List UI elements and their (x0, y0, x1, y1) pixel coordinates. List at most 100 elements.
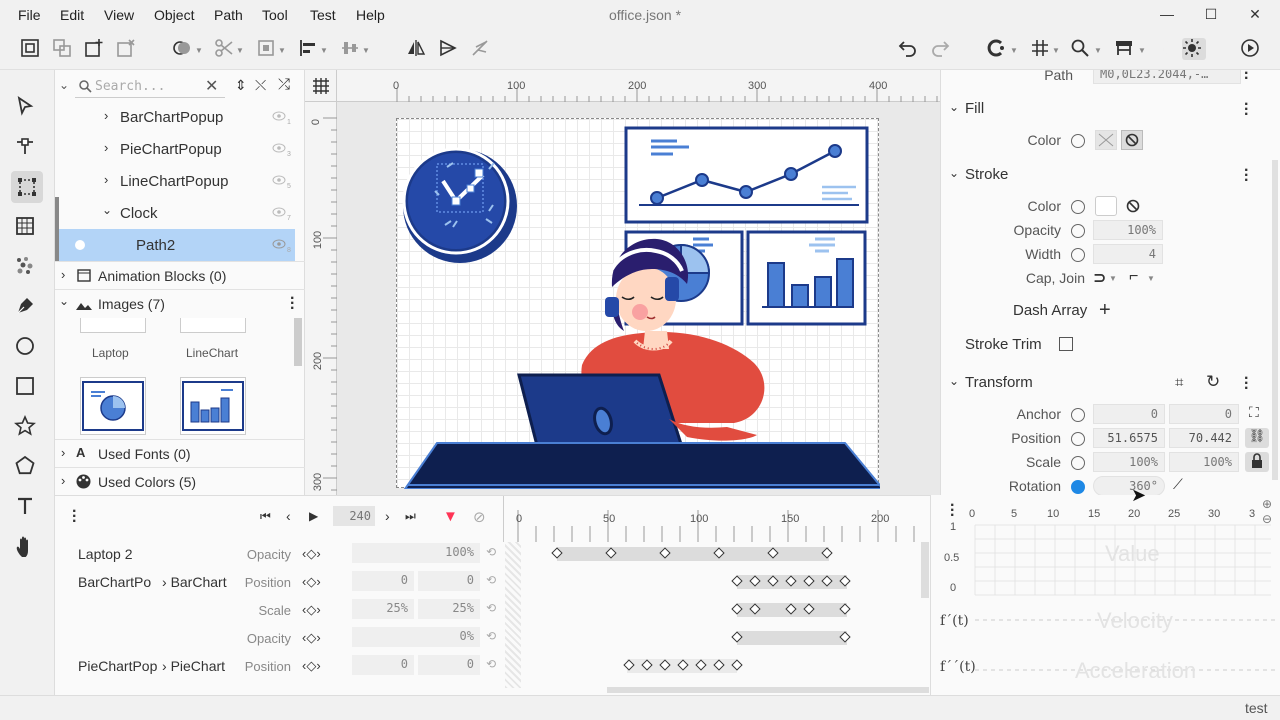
more-options-icon[interactable]: ··· (1244, 97, 1249, 123)
layer-row[interactable]: › LineChartPopup 5 (55, 165, 295, 197)
lock-icon[interactable] (1245, 452, 1269, 472)
more-options-icon[interactable]: ··· (72, 504, 77, 530)
track-name[interactable]: BarChartPo (78, 574, 151, 590)
redo-icon[interactable] (930, 38, 954, 60)
mask-icon[interactable] (256, 38, 280, 60)
image-thumb-linechart[interactable] (180, 318, 246, 333)
chevron-right-icon[interactable]: › (104, 140, 108, 155)
keyframe-track[interactable] (557, 547, 829, 561)
timeline-h-scrollbar[interactable] (607, 687, 929, 693)
search-input[interactable]: Search... (95, 79, 165, 94)
images-scrollbar[interactable] (294, 318, 302, 366)
prev-frame-icon[interactable]: ‹ (286, 508, 291, 524)
undo-icon[interactable] (898, 38, 922, 60)
shuffle-icon[interactable]: ⤮ (278, 76, 290, 93)
props-scrollbar[interactable] (1272, 160, 1278, 480)
loop-icon[interactable]: ⟲ (486, 657, 496, 671)
chevron-right-icon[interactable]: › (61, 473, 65, 488)
stopwatch-icon[interactable] (1071, 432, 1085, 446)
play-icon[interactable]: ▶ (309, 509, 318, 523)
layer-row[interactable]: ⌄ Clock 7 (55, 197, 295, 229)
align-icon[interactable] (298, 38, 322, 60)
snap-icon[interactable] (986, 38, 1010, 60)
visibility-eye-icon[interactable] (272, 175, 286, 185)
boolean-op-icon[interactable] (172, 38, 196, 60)
line-chart-illustration[interactable] (624, 126, 869, 224)
track-value[interactable]: 25% (352, 599, 414, 619)
loop-icon[interactable]: ⟲ (486, 545, 496, 559)
stopwatch-icon[interactable] (1071, 134, 1085, 148)
canvas-area[interactable]: 0 100 200 300 400 0 100 200 300 (305, 70, 940, 495)
image-thumb-laptop[interactable] (80, 318, 146, 333)
reset-icon[interactable]: ↻ (1206, 372, 1220, 392)
stopwatch-icon[interactable] (1071, 248, 1085, 262)
distribute-icon[interactable] (340, 38, 364, 60)
maximize-button[interactable]: ☐ (1204, 6, 1218, 22)
anchor-picker-icon[interactable]: ⛶ (1249, 404, 1259, 421)
used-fonts-section[interactable]: › A Used Fonts (0) (55, 439, 305, 467)
line-cap-icon[interactable]: ⊃ (1093, 268, 1106, 288)
keyframe-nav-icon[interactable]: ‹◇› (302, 574, 321, 590)
close-button[interactable]: ✕ (1248, 6, 1262, 22)
bar-chart-illustration[interactable] (746, 230, 867, 326)
track-value[interactable]: 0 (418, 571, 480, 591)
more-options-icon[interactable]: ··· (1244, 371, 1249, 397)
link-icon[interactable]: ⛓ (1245, 428, 1269, 448)
horizontal-ruler[interactable]: 0 100 200 300 400 (337, 70, 940, 102)
chevron-right-icon[interactable]: › (104, 108, 108, 123)
path-data-field[interactable]: M0,0L23.2044,-… (1093, 70, 1241, 84)
keyframe-nav-icon[interactable]: ‹◇› (302, 602, 321, 618)
track-value[interactable]: 0 (352, 655, 414, 675)
polygon-tool-icon[interactable] (14, 455, 40, 481)
preview-icon[interactable] (1114, 38, 1138, 60)
visibility-eye-icon[interactable] (272, 207, 286, 217)
loop-icon[interactable]: ⟲ (486, 573, 496, 587)
anchor-y-field[interactable]: 0 (1169, 404, 1239, 424)
keyframe-nav-icon[interactable]: ‹◇› (302, 630, 321, 646)
motion-path-icon[interactable]: ⟋ (1173, 476, 1183, 493)
add-layer-icon[interactable] (84, 38, 108, 60)
desk-illustration[interactable] (403, 442, 880, 489)
expand-all-icon[interactable]: ⇕ (235, 77, 247, 94)
visibility-eye-icon[interactable] (272, 239, 286, 249)
search-box[interactable]: Search... ✕ (75, 76, 225, 98)
chevron-down-icon[interactable]: ⌄ (102, 203, 112, 217)
track-value[interactable]: 0 (418, 655, 480, 675)
chevron-down-icon[interactable]: ⌄ (949, 100, 959, 114)
ellipse-tool-icon[interactable] (14, 335, 40, 361)
chevron-down-icon[interactable]: ⌄ (59, 294, 69, 308)
track-value[interactable]: 100% (352, 543, 480, 563)
stopwatch-active-icon[interactable] (1071, 480, 1085, 494)
track-name[interactable]: PieChartPop (78, 658, 157, 674)
crop-icon[interactable]: ⌗ (1175, 374, 1183, 391)
chevron-down-icon[interactable]: ⌄ (949, 166, 959, 180)
chevron-right-icon[interactable]: › (104, 172, 108, 187)
track-value[interactable]: 25% (418, 599, 480, 619)
minimize-button[interactable]: — (1160, 6, 1174, 22)
pen-tool-icon[interactable] (14, 295, 40, 321)
stopwatch-icon[interactable] (1071, 200, 1085, 214)
frame-field[interactable]: 240 (333, 506, 375, 526)
grid-icon[interactable] (305, 70, 337, 102)
collapse-all-icon[interactable]: ⤬ (255, 77, 266, 94)
scale-x-field[interactable]: 100% (1093, 452, 1165, 472)
scissors-icon[interactable] (214, 38, 238, 60)
layer-row[interactable]: › PieChartPopup 3 (55, 133, 295, 165)
track-name[interactable]: Laptop 2 (78, 546, 133, 562)
group-icon[interactable] (20, 38, 44, 60)
animation-blocks-section[interactable]: › Animation Blocks (0) (55, 261, 305, 289)
chevron-right-icon[interactable]: › (61, 267, 65, 282)
star-tool-icon[interactable] (14, 414, 40, 441)
keyframe-track[interactable] (737, 631, 847, 645)
stroke-width-field[interactable]: 4 (1093, 244, 1163, 264)
no-fill-icon[interactable] (1121, 130, 1143, 150)
stopwatch-icon[interactable] (1071, 408, 1085, 422)
images-section[interactable]: ⌄ Images (7) · · · (55, 289, 305, 317)
ruler-corner[interactable] (305, 70, 337, 102)
image-thumb-barchart[interactable] (180, 377, 246, 435)
grid-icon[interactable] (1030, 38, 1054, 60)
select-tool-icon[interactable] (14, 95, 40, 121)
remove-filter-icon[interactable]: ⊘ (473, 508, 486, 526)
anchor-x-field[interactable]: 0 (1093, 404, 1165, 424)
scale-y-field[interactable]: 100% (1169, 452, 1239, 472)
